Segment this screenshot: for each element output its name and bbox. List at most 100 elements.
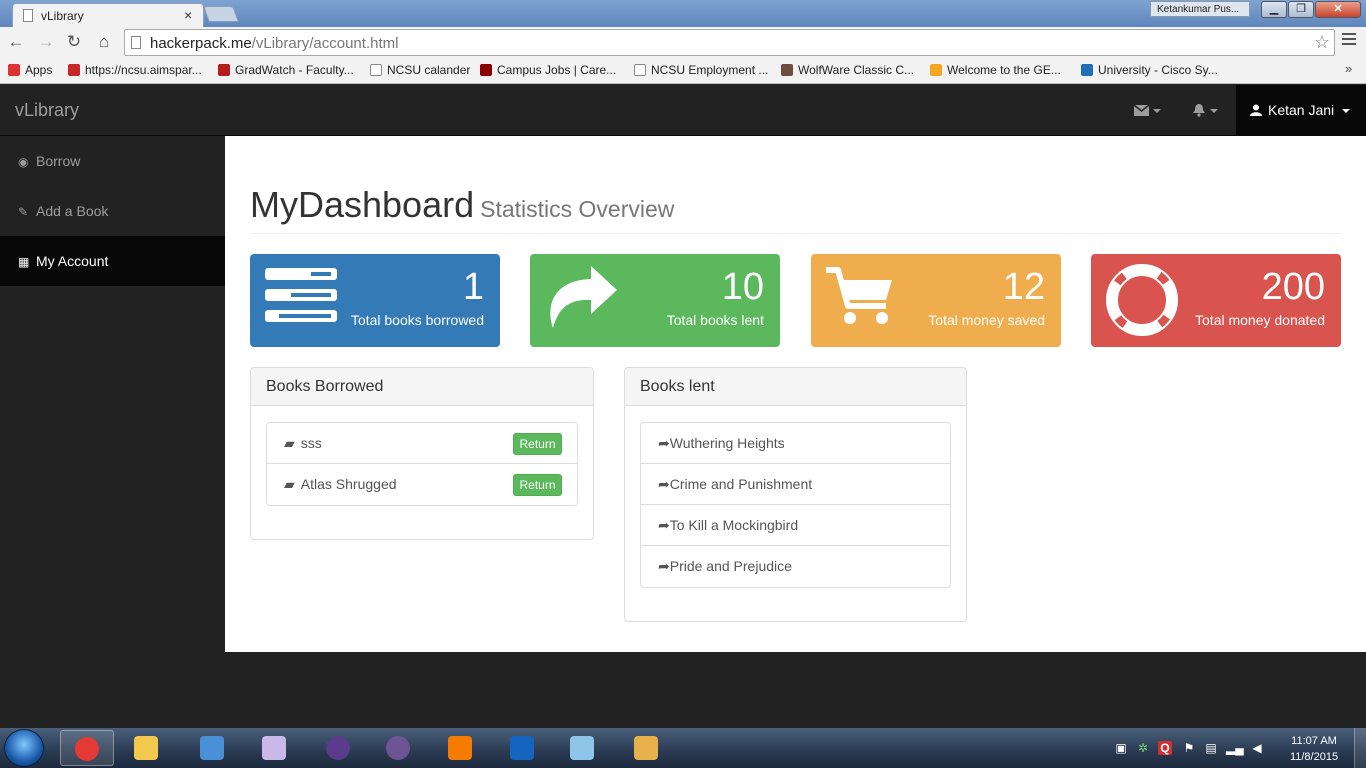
taskbar-chrome-button[interactable] [60, 730, 114, 766]
taskbar-eclipse-button[interactable] [312, 730, 366, 766]
clock[interactable]: 11:07 AM 11/8/2015 [1283, 733, 1345, 765]
bookmark-item[interactable]: GradWatch - Faculty... [218, 63, 354, 77]
action-center-flag-icon[interactable]: ⚑ [1182, 741, 1196, 755]
browser-tab[interactable]: vLibrary × [12, 3, 204, 27]
close-window-button[interactable]: ✕ [1315, 1, 1361, 18]
stat-value: 10 [721, 266, 764, 308]
notepad-icon [570, 736, 594, 760]
bookmark-item[interactable]: NCSU Employment ... [634, 63, 768, 77]
taskbar-powershell-button[interactable] [496, 730, 550, 766]
device-icon[interactable]: ▤ [1204, 741, 1218, 755]
life-ring-icon [1106, 264, 1178, 336]
stat-card-lent: 10 Total books lent [530, 254, 780, 347]
book-title: sss [300, 435, 322, 451]
cart-icon [826, 267, 892, 324]
powershell-icon [510, 736, 534, 760]
taskbar-snipping-tool-button[interactable] [248, 730, 302, 766]
bookmark-icon [8, 64, 20, 76]
home-icon[interactable]: ⌂ [94, 32, 114, 52]
network-signal-icon[interactable]: ▂▄ [1226, 741, 1244, 755]
page-info-icon [131, 36, 141, 49]
show-desktop-button[interactable] [1354, 728, 1366, 768]
taskbar: ▣ ✲ Q ⚑ ▤ ▂▄ ◀ 11:07 AM 11/8/2015 [0, 728, 1366, 768]
snipping-tool-icon [262, 736, 286, 760]
list-item[interactable]: ➦Pride and Prejudice [641, 546, 950, 587]
bookmark-label: https://ncsu.aimspar... [85, 63, 202, 77]
sidebar-item-borrow[interactable]: ◉ Borrow [0, 136, 225, 186]
clock-date: 11/8/2015 [1289, 751, 1339, 763]
profile-button[interactable]: Ketankumar Pus... [1150, 1, 1250, 17]
address-bar[interactable]: hackerpack.me/vLibrary/account.html ☆ [124, 29, 1335, 56]
bookmark-icon [68, 64, 80, 76]
stat-label: Total books borrowed [350, 312, 484, 328]
messages-dropdown[interactable] [1133, 102, 1161, 118]
tray-q-icon[interactable]: Q [1158, 741, 1172, 755]
list-item[interactable]: ➦Wuthering Heights [641, 423, 950, 464]
new-tab-button[interactable] [203, 6, 239, 22]
sidebar-item-my-account[interactable]: ▦ My Account [0, 236, 225, 286]
minimize-button[interactable]: ▁ [1261, 1, 1287, 18]
dashboard-icon: ◉ [18, 155, 29, 169]
bookmark-item[interactable]: Campus Jobs | Care... [480, 63, 616, 77]
tray-sync-icon[interactable]: ✲ [1136, 741, 1150, 755]
start-button[interactable] [4, 729, 44, 767]
bookmark-item[interactable]: Welcome to the GE... [930, 63, 1061, 77]
bookmark-label: GradWatch - Faculty... [235, 63, 354, 77]
bookmark-label: Welcome to the GE... [947, 63, 1061, 77]
taskbar-notepad-button[interactable] [556, 730, 610, 766]
browser-menu-icon[interactable] [1342, 33, 1356, 47]
bookmark-icon [370, 64, 382, 76]
bookmarks-bar: Apps https://ncsu.aimspar... GradWatch - F… [0, 58, 1366, 84]
page-title: MyDashboard [250, 184, 475, 225]
bookmark-label: Campus Jobs | Care... [497, 63, 617, 77]
bookmark-item[interactable]: NCSU calander [370, 63, 470, 77]
tab-title: vLibrary [41, 9, 84, 23]
bookmark-item[interactable]: https://ncsu.aimspar... [68, 63, 202, 77]
bookmark-item[interactable]: Apps [8, 63, 52, 77]
bookmark-icon [781, 64, 793, 76]
book-title: Atlas Shrugged [300, 476, 397, 492]
stat-label: Total money saved [928, 312, 1045, 328]
user-icon [1250, 104, 1262, 116]
url-text: hackerpack.me/vLibrary/account.html [150, 35, 399, 52]
taskbar-github-button[interactable] [372, 730, 426, 766]
bookmark-item[interactable]: University - Cisco Sy... [1081, 63, 1218, 77]
brand-link[interactable]: vLibrary [15, 100, 79, 121]
list-item[interactable]: ➦Crime and Punishment [641, 464, 950, 505]
close-tab-icon[interactable]: × [184, 7, 192, 23]
sidebar-item-add-book[interactable]: ✎ Add a Book [0, 186, 225, 236]
table-icon: ▦ [18, 255, 30, 269]
user-dropdown[interactable]: Ketan Jani [1236, 85, 1366, 136]
taskbar-remote-desktop-button[interactable] [186, 730, 240, 766]
edit-icon: ✎ [18, 205, 29, 219]
sidebar-item-label: Borrow [36, 153, 81, 169]
bookmark-item[interactable]: WolfWare Classic C... [781, 63, 914, 77]
more-bookmarks-icon[interactable]: » [1345, 61, 1352, 76]
stat-value: 1 [462, 266, 484, 308]
borrowed-list: ▰ sss Return ▰ Atlas Shrugged Return [266, 422, 578, 506]
sidebar: ◉ Borrow ✎ Add a Book ▦ My Account [0, 136, 225, 728]
alerts-dropdown[interactable] [1192, 102, 1218, 118]
bookmark-icon [480, 64, 492, 76]
return-button[interactable]: Return [513, 474, 562, 496]
book-title: Crime and Punishment [669, 476, 813, 492]
bookmark-label: NCSU Employment ... [651, 63, 769, 77]
back-icon[interactable]: ← [6, 32, 26, 52]
stat-label: Total money donated [1195, 312, 1325, 328]
reload-icon[interactable]: ↻ [64, 32, 84, 52]
return-button[interactable]: Return [513, 433, 562, 455]
taskbar-sublime-button[interactable] [434, 730, 488, 766]
forward-icon[interactable]: → [36, 32, 56, 52]
eclipse-icon [326, 736, 350, 760]
maximize-button[interactable]: ❐ [1288, 1, 1314, 18]
taskbar-explorer-button[interactable] [120, 730, 174, 766]
list-item[interactable]: ➦To Kill a Mockingbird [641, 505, 950, 546]
tray-app-icon[interactable]: ▣ [1114, 741, 1128, 755]
bookmark-star-icon[interactable]: ☆ [1314, 32, 1330, 53]
browser-tab-strip: vLibrary × Ketankumar Pus... ▁ ❐ ✕ [0, 0, 1366, 27]
taskbar-paint-button[interactable] [620, 730, 674, 766]
stat-card-saved: 12 Total money saved [811, 254, 1061, 347]
github-icon [386, 736, 410, 760]
volume-icon[interactable]: ◀ [1250, 741, 1264, 755]
books-lent-panel: Books lent ➦Wuthering Heights ➦Crime and… [624, 367, 967, 622]
